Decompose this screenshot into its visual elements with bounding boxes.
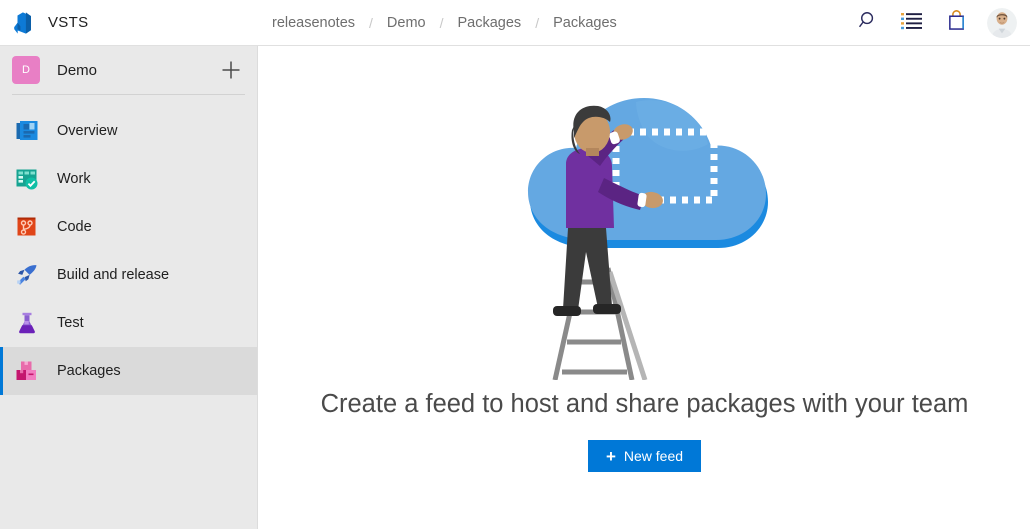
- brand-home-link[interactable]: VSTS: [0, 0, 258, 46]
- sidebar-item-label: Test: [57, 315, 84, 331]
- sidebar: D Demo Overview Work Code Build and rele…: [0, 46, 258, 529]
- breadcrumb-item-4[interactable]: Packages: [547, 15, 623, 31]
- project-name: Demo: [57, 61, 98, 79]
- sidebar-item-work[interactable]: Work: [0, 155, 257, 203]
- avatar: [987, 8, 1017, 38]
- breadcrumb-item-1[interactable]: releasenotes: [266, 15, 361, 31]
- sidebar-item-label: Build and release: [57, 267, 170, 283]
- sidebar-item-packages[interactable]: Packages: [0, 347, 257, 395]
- marketplace-button[interactable]: [936, 3, 976, 43]
- overview-icon: [15, 119, 39, 143]
- main-content: Create a feed to host and share packages…: [259, 46, 1030, 529]
- build-icon: [15, 263, 39, 287]
- code-icon: [15, 215, 39, 239]
- search-icon: [858, 10, 879, 36]
- breadcrumb-separator: /: [439, 14, 444, 31]
- sidebar-item-label: Code: [57, 219, 92, 235]
- user-avatar-button[interactable]: [980, 0, 1024, 46]
- sidebar-item-test[interactable]: Test: [0, 299, 257, 347]
- test-icon: [15, 311, 39, 335]
- new-feed-button-label: New feed: [623, 448, 684, 464]
- work-icon: [15, 167, 39, 191]
- top-bar: VSTS releasenotes / Demo / Packages / Pa…: [0, 0, 1030, 46]
- search-button[interactable]: [848, 3, 888, 43]
- marketplace-bag-icon: [947, 10, 966, 36]
- sidebar-item-build-and-release[interactable]: Build and release: [0, 251, 257, 299]
- plus-icon: [222, 61, 240, 79]
- breadcrumb-separator: /: [535, 14, 540, 31]
- topbar-actions: [848, 0, 1024, 46]
- project-header[interactable]: D Demo: [0, 46, 257, 94]
- breadcrumb-item-2[interactable]: Demo: [381, 15, 432, 31]
- project-avatar: D: [12, 56, 40, 84]
- sidebar-nav: Overview Work Code Build and release Tes…: [0, 107, 257, 395]
- plus-icon: +: [605, 446, 616, 466]
- sidebar-item-label: Work: [57, 171, 91, 187]
- work-items-icon: [901, 12, 923, 35]
- breadcrumb: releasenotes / Demo / Packages / Package…: [266, 0, 623, 46]
- breadcrumb-item-3[interactable]: Packages: [452, 15, 528, 31]
- sidebar-item-code[interactable]: Code: [0, 203, 257, 251]
- brand-name: VSTS: [48, 14, 89, 31]
- vsts-logo-icon: [12, 11, 36, 35]
- new-item-button[interactable]: [219, 58, 243, 82]
- sidebar-item-label: Packages: [57, 363, 121, 379]
- cloud-person-ladder-illustration: [480, 60, 810, 381]
- sidebar-item-overview[interactable]: Overview: [0, 107, 257, 155]
- work-items-button[interactable]: [892, 3, 932, 43]
- page-title: Create a feed to host and share packages…: [320, 390, 969, 418]
- sidebar-divider: [12, 94, 245, 95]
- new-feed-button[interactable]: + New feed: [587, 440, 702, 472]
- breadcrumb-separator: /: [369, 14, 373, 31]
- sidebar-item-label: Overview: [57, 123, 118, 139]
- packages-icon: [15, 359, 39, 383]
